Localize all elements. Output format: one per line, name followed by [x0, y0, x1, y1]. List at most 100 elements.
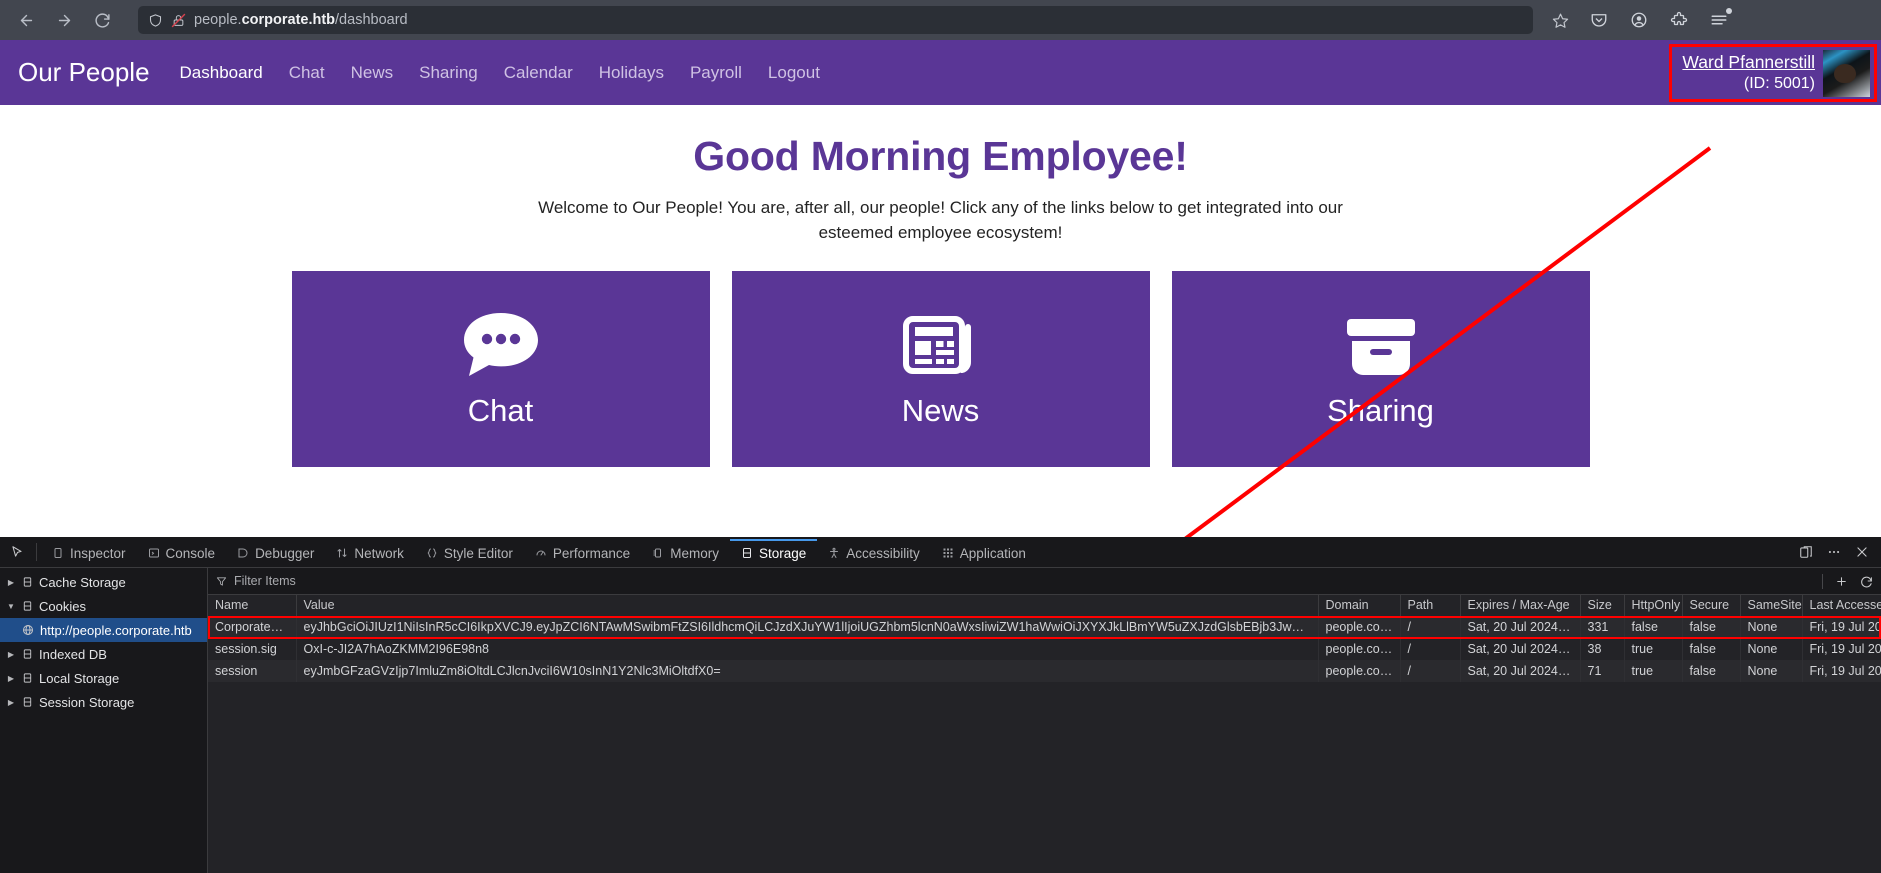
storage-tree-item-origin[interactable]: http://people.corporate.htb — [0, 618, 207, 642]
col-path[interactable]: Path — [1400, 595, 1461, 617]
close-icon[interactable] — [1855, 545, 1869, 559]
cell-name: CorporateSSO — [208, 616, 297, 638]
filter-bar: Filter Items — [208, 568, 1881, 595]
meatball-menu-icon[interactable] — [1827, 545, 1841, 559]
database-icon — [22, 648, 33, 660]
tab-inspector[interactable]: Inspector — [41, 537, 137, 567]
url-bar[interactable]: people.corporate.htb/dashboard — [138, 6, 1533, 34]
extensions-icon[interactable] — [1667, 8, 1691, 32]
inspector-icon — [52, 547, 64, 559]
cell-domain: people.corp... — [1318, 660, 1401, 682]
chevron-right-icon[interactable]: ▶ — [6, 578, 16, 587]
nav-item-chat[interactable]: Chat — [289, 63, 325, 83]
nav-item-holidays[interactable]: Holidays — [599, 63, 664, 83]
database-icon — [22, 576, 33, 588]
col-last-accessed[interactable]: Last Accessed — [1802, 595, 1881, 617]
back-button[interactable] — [10, 4, 42, 36]
tree-item-label: http://people.corporate.htb — [40, 622, 192, 638]
storage-main: Filter Items Name Value Domain Path Expi… — [208, 568, 1881, 873]
tab-console[interactable]: Console — [137, 537, 227, 567]
nav-item-logout[interactable]: Logout — [768, 63, 820, 83]
col-expires[interactable]: Expires / Max-Age — [1460, 595, 1581, 617]
table-row[interactable]: session eyJmbGFzaGVzIjp7ImluZm8iOltdLCJl… — [208, 660, 1881, 682]
devtools-panel: Inspector Console Debugger Network Style… — [0, 537, 1881, 873]
reload-button[interactable] — [86, 4, 118, 36]
table-row[interactable]: session.sig OxI-c-JI2A7hAoZKMM2I96E98n8 … — [208, 638, 1881, 660]
tab-label: Inspector — [70, 545, 126, 561]
url-text[interactable]: people.corporate.htb/dashboard — [194, 12, 408, 28]
col-size[interactable]: Size — [1580, 595, 1625, 617]
col-name[interactable]: Name — [208, 595, 297, 617]
broken-lock-icon[interactable] — [171, 13, 186, 28]
storage-tree-item-cache-storage[interactable]: ▶ Cache Storage — [0, 570, 207, 594]
account-icon[interactable] — [1627, 8, 1651, 32]
cookie-table: Name Value Domain Path Expires / Max-Age… — [208, 595, 1881, 682]
tab-accessibility[interactable]: Accessibility — [817, 537, 931, 567]
storage-tree-item-indexed-db[interactable]: ▶ Indexed DB — [0, 642, 207, 666]
table-row[interactable]: CorporateSSO eyJhbGciOiJIUzI1NiIsInR5cCI… — [208, 616, 1881, 638]
page-title: Good Morning Employee! — [693, 133, 1188, 179]
user-badge-text: Ward Pfannerstill (ID: 5001) — [1682, 52, 1823, 94]
tab-performance[interactable]: Performance — [524, 537, 641, 567]
tree-item-label: Cookies — [39, 598, 86, 614]
cell-size: 331 — [1580, 616, 1625, 638]
hamburger-menu-icon[interactable] — [1707, 8, 1732, 32]
col-secure[interactable]: Secure — [1682, 595, 1741, 617]
nav-item-dashboard[interactable]: Dashboard — [180, 63, 263, 83]
element-picker-icon[interactable] — [2, 537, 32, 567]
bookmark-star-icon[interactable] — [1547, 12, 1573, 29]
col-httponly[interactable]: HttpOnly — [1624, 595, 1683, 617]
cell-domain: people.corp... — [1318, 638, 1401, 660]
tab-memory[interactable]: Memory — [641, 537, 730, 567]
funnel-icon — [216, 576, 227, 587]
col-domain[interactable]: Domain — [1318, 595, 1401, 617]
col-samesite[interactable]: SameSite — [1740, 595, 1803, 617]
chevron-right-icon[interactable]: ▶ — [6, 650, 16, 659]
tree-item-label: Cache Storage — [39, 574, 126, 590]
cookie-table-container[interactable]: Name Value Domain Path Expires / Max-Age… — [208, 595, 1881, 873]
hero-subtitle: Welcome to Our People! You are, after al… — [538, 198, 1343, 242]
card-news[interactable]: News — [731, 271, 1150, 468]
style-editor-icon — [426, 547, 438, 559]
storage-tree-item-local-storage[interactable]: ▶ Local Storage — [0, 666, 207, 690]
cell-value: OxI-c-JI2A7hAoZKMM2I96E98n8 — [296, 638, 1319, 660]
user-badge[interactable]: Ward Pfannerstill (ID: 5001) — [1669, 44, 1877, 102]
chevron-right-icon[interactable]: ▶ — [6, 698, 16, 707]
user-name-link[interactable]: Ward Pfannerstill — [1682, 52, 1815, 74]
plus-icon[interactable] — [1835, 575, 1848, 588]
card-sharing[interactable]: Sharing — [1171, 271, 1590, 468]
toolbar-divider — [36, 543, 37, 561]
chevron-right-icon[interactable]: ▶ — [6, 674, 16, 683]
nav-item-sharing[interactable]: Sharing — [419, 63, 478, 83]
feature-cards: Chat News Sharing — [0, 271, 1881, 468]
dock-panel-icon[interactable] — [1799, 545, 1813, 559]
tab-label: Storage — [758, 545, 807, 561]
storage-tree-item-cookies[interactable]: ▼ Cookies — [0, 594, 207, 618]
tab-label: Debugger — [255, 545, 315, 561]
tab-network[interactable]: Network — [325, 537, 415, 567]
cell-secure: false — [1682, 638, 1741, 660]
card-chat[interactable]: Chat — [291, 271, 710, 468]
chevron-down-icon[interactable]: ▼ — [6, 602, 16, 611]
forward-button[interactable] — [48, 4, 80, 36]
cell-samesite: None — [1740, 638, 1803, 660]
tab-application[interactable]: Application — [931, 537, 1037, 567]
filter-input[interactable]: Filter Items — [216, 574, 1814, 588]
speech-bubble-icon — [460, 309, 542, 381]
shield-icon[interactable] — [148, 13, 163, 28]
site-brand[interactable]: Our People — [18, 57, 150, 88]
tab-style-editor[interactable]: Style Editor — [415, 537, 524, 567]
tab-label: Style Editor — [443, 545, 513, 561]
nav-item-calendar[interactable]: Calendar — [504, 63, 573, 83]
cell-path: / — [1400, 638, 1461, 660]
tab-debugger[interactable]: Debugger — [226, 537, 325, 567]
col-value[interactable]: Value — [296, 595, 1319, 617]
storage-tree-item-session-storage[interactable]: ▶ Session Storage — [0, 690, 207, 714]
devtools-toolbar-actions — [1787, 537, 1881, 567]
cell-secure: false — [1682, 616, 1741, 638]
tab-storage[interactable]: Storage — [729, 537, 818, 567]
nav-item-news[interactable]: News — [351, 63, 394, 83]
refresh-icon[interactable] — [1860, 575, 1873, 588]
pocket-icon[interactable] — [1587, 8, 1611, 32]
nav-item-payroll[interactable]: Payroll — [690, 63, 742, 83]
